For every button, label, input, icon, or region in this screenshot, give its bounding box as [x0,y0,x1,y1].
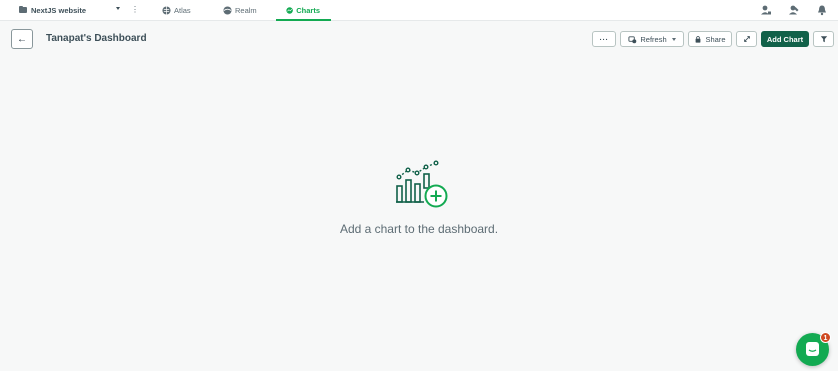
add-chart-label: Add Chart [766,34,804,44]
refresh-button[interactable]: Refresh [620,31,684,47]
expand-icon [743,36,750,42]
tab-realm[interactable]: Realm [210,0,276,21]
filter-button[interactable] [813,31,834,47]
product-tabs: Atlas Realm Charts [150,0,331,21]
tab-charts[interactable]: Charts [276,0,331,21]
refresh-label: Refresh [640,34,667,44]
atlas-icon [162,6,171,15]
user-access-icon[interactable] [760,4,772,16]
folder-icon [19,5,27,13]
more-options-label: ··· [599,34,609,44]
tab-charts-label: Charts [296,6,320,15]
bell-icon[interactable] [816,4,828,16]
unread-badge: 1 [820,332,831,343]
back-button[interactable]: ← [11,29,33,49]
fullscreen-button[interactable] [736,31,757,47]
refresh-settings-icon [628,35,637,43]
share-label: Share [705,34,726,44]
tab-atlas[interactable]: Atlas [150,0,210,21]
activity-icon[interactable] [788,4,800,16]
share-button[interactable]: Share [688,31,732,47]
top-nav-bar: NextJS website ⋮ Atlas Realm Charts [0,0,838,21]
add-chart-button[interactable]: Add Chart [761,31,809,47]
lock-icon [696,36,701,43]
more-options-button[interactable]: ··· [592,31,616,47]
charts-icon [286,7,293,14]
arrow-left-icon: ← [17,33,27,45]
project-selector[interactable]: NextJS website ⋮ [0,0,150,21]
add-chart-illustration-icon [396,160,448,208]
filter-icon [820,36,827,43]
dashboard-header: ← Tanapat's Dashboard ··· Refresh Share … [0,28,838,50]
empty-state-message: Add a chart to the dashboard. [339,222,499,236]
tab-realm-label: Realm [235,6,257,15]
chevron-down-icon [671,37,676,41]
project-menu-icon[interactable]: ⋮ [131,5,139,15]
realm-icon [223,6,232,15]
tab-atlas-label: Atlas [174,6,191,15]
project-name: NextJS website [31,5,87,15]
chevron-down-icon[interactable] [116,6,120,10]
dashboard-title: Tanapat's Dashboard [46,33,147,44]
